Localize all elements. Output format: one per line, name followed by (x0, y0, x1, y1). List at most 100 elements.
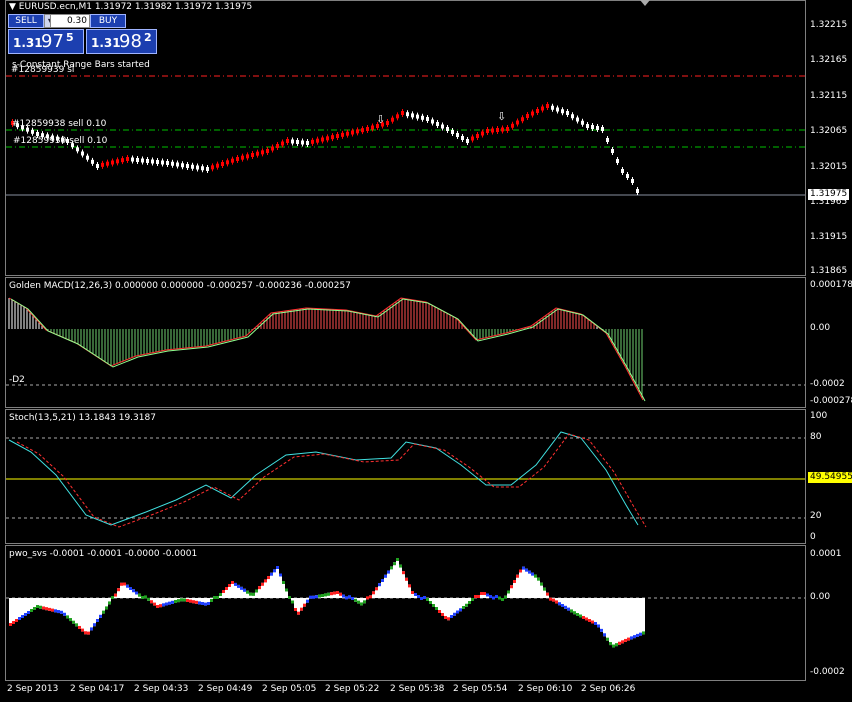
macd-pane[interactable]: Golden MACD(12,26,3) 0.000000 0.000000 -… (5, 277, 806, 408)
chart-shift-marker-icon[interactable] (640, 0, 650, 6)
pwo-histogram-tip (36, 605, 39, 608)
price-candle (111, 160, 114, 165)
price-candle (491, 128, 494, 133)
pwo-histogram-tip (597, 624, 600, 628)
price-candle (226, 160, 229, 165)
pwo-histogram-bar (399, 564, 402, 598)
pwo-histogram-tip (384, 574, 387, 578)
price-candle (626, 174, 629, 178)
stochastic-pane[interactable]: Stoch(13,5,21) 13.1843 19.3187 (5, 409, 806, 544)
order-label-1: #12859938 sell 0.10 (12, 119, 107, 129)
pwo-histogram-tip (42, 606, 45, 610)
price-candle (511, 123, 514, 128)
pwo-histogram-tip (315, 595, 318, 599)
pwo-histogram-tip (276, 566, 279, 569)
pwo-histogram-tip (552, 598, 555, 602)
stochastic-signal-line (16, 433, 647, 528)
price-candle (521, 117, 524, 122)
pwo-histogram-tip (570, 609, 573, 613)
pwo-histogram-tip (621, 640, 624, 644)
pwo-histogram-tip (72, 620, 75, 624)
time-axis-label: 2 Sep 04:17 (70, 684, 125, 694)
pwo-histogram-tip (240, 586, 243, 590)
pwo-histogram-tip (12, 621, 15, 624)
pwo-histogram-tip (417, 595, 420, 598)
price-axis-label: 1.32215 (810, 20, 848, 30)
pwo-histogram-tip (285, 588, 288, 592)
pwo-histogram-bar (606, 598, 609, 641)
price-candle (101, 162, 104, 167)
pwo-histogram-tip (324, 593, 327, 597)
pwo-histogram-tip (198, 601, 201, 605)
pwo-histogram-tip (618, 641, 621, 645)
pwo-histogram-tip (264, 579, 267, 583)
pwo-axis-label: 0.0001 (810, 549, 842, 559)
pwo-histogram-tip (327, 592, 330, 596)
pwo-histogram-tip (201, 602, 204, 605)
pwo-histogram-tip (573, 611, 576, 615)
price-candle (451, 130, 454, 134)
pwo-histogram-tip (309, 595, 312, 599)
price-candle (211, 165, 214, 170)
pwo-histogram-tip (138, 593, 141, 597)
price-axis-label: 1.32065 (810, 126, 848, 136)
sell-price-button[interactable]: 1.31 97 5 (8, 29, 84, 54)
pwo-histogram-bar (624, 598, 627, 642)
pwo-histogram-tip (531, 572, 534, 576)
price-candle (461, 136, 464, 140)
time-axis-label: 2 Sep 06:10 (518, 684, 573, 694)
pwo-histogram-bar (585, 598, 588, 621)
pwo-histogram-tip (576, 613, 579, 616)
price-candle (616, 159, 619, 163)
pwo-histogram-tip (477, 595, 480, 598)
price-candle (221, 162, 224, 166)
buy-price-big: 1.31 (91, 36, 121, 50)
pwo-histogram-tip (513, 580, 516, 583)
pwo-histogram-tip (510, 585, 513, 589)
time-axis-label: 2 Sep 05:54 (453, 684, 508, 694)
price-candle (426, 117, 429, 121)
pwo-pane[interactable]: pwo_svs -0.0001 -0.0001 -0.0000 -0.0001 (5, 545, 806, 681)
pwo-histogram-tip (459, 608, 462, 612)
pwo-histogram-tip (612, 644, 615, 648)
pwo-histogram-tip (519, 569, 522, 573)
pwo-title: pwo_svs -0.0001 -0.0001 -0.0000 -0.0001 (9, 549, 198, 559)
price-candle (136, 158, 139, 162)
pwo-histogram-tip (30, 609, 33, 612)
pwo-histogram-bar (405, 577, 408, 598)
price-candle (106, 161, 109, 166)
arrow-down-icon: ⇩ (497, 110, 507, 123)
pwo-histogram-tip (117, 588, 120, 592)
pwo-histogram-bar (516, 574, 519, 598)
pwo-histogram-tip (246, 590, 249, 594)
pwo-histogram-tip (630, 636, 633, 640)
price-candle (416, 114, 419, 119)
price-candle (251, 153, 254, 157)
pwo-histogram-bar (627, 598, 630, 641)
pwo-histogram-bar (393, 562, 396, 598)
pwo-histogram-bar (618, 598, 621, 645)
buy-price-button[interactable]: 1.31 98 2 (86, 29, 157, 54)
symbol-ohlc-text: EURUSD.ecn,M1 1.31972 1.31982 1.31972 1.… (18, 2, 253, 12)
buy-button[interactable]: BUY (90, 14, 126, 28)
pwo-histogram-tip (600, 628, 603, 632)
pwo-histogram-bar (267, 576, 270, 598)
pwo-histogram-tip (339, 592, 342, 596)
price-candle (96, 164, 99, 168)
lot-size-input[interactable]: 0.30 (50, 14, 90, 28)
pwo-histogram-tip (390, 566, 393, 570)
pwo-histogram-tip (75, 623, 78, 627)
price-candle (296, 140, 299, 144)
price-candle (331, 135, 334, 140)
pwo-histogram-tip (609, 642, 612, 646)
price-candle (246, 154, 249, 159)
macd-level-label: -D2 (9, 375, 25, 385)
pwo-histogram-tip (288, 596, 291, 599)
pwo-histogram-tip (456, 610, 459, 614)
price-candle (306, 141, 309, 145)
sell-button[interactable]: SELL (8, 14, 44, 28)
pwo-histogram-bar (612, 598, 615, 648)
pwo-histogram-bar (90, 598, 93, 631)
pwo-histogram-tip (528, 570, 531, 574)
price-candle (546, 104, 549, 108)
